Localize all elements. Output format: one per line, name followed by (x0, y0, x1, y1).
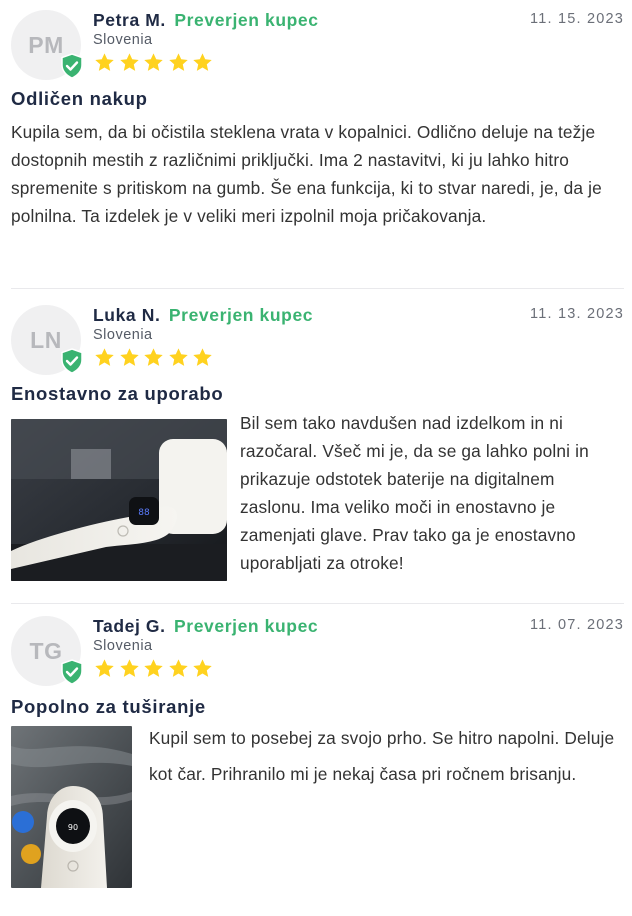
review-content: 88 Bil sem tako navdušen nad izdelkom in… (11, 413, 624, 603)
reviewer-line: Tadej G. Preverjen kupec (93, 616, 318, 637)
verified-shield-icon (61, 659, 83, 685)
review-header: PM Petra M. Preverjen kupec Slovenia 11.… (11, 0, 624, 88)
star-icon (168, 659, 188, 677)
product-photo-image: 90 (11, 726, 132, 888)
reviewer-name: Tadej G. (93, 616, 166, 636)
review-card: LN Luka N. Preverjen kupec Slovenia 11. … (11, 288, 624, 603)
review-title: Enostavno za uporabo (11, 383, 224, 404)
reviewer-country: Slovenia (93, 32, 153, 48)
star-icon (144, 348, 163, 366)
review-photo[interactable]: 90 (11, 726, 132, 888)
reviewer-name: Petra M. (93, 10, 166, 30)
review-header: LN Luka N. Preverjen kupec Slovenia 11. … (11, 295, 624, 383)
star-icon (119, 659, 139, 677)
review-title: Odličen nakup (11, 88, 148, 109)
star-rating (94, 52, 213, 73)
photo-display-readout: 88 (138, 508, 150, 518)
verified-shield-icon (61, 53, 83, 79)
star-icon (168, 53, 188, 71)
star-icon (119, 53, 139, 71)
avatar-initials: TG (29, 637, 63, 664)
review-date: 11. 13. 2023 (530, 306, 624, 322)
star-rating (94, 347, 213, 368)
avatar-initials: PM (28, 31, 64, 58)
reviewer-line: Luka N. Preverjen kupec (93, 305, 313, 326)
review-date: 11. 07. 2023 (530, 617, 624, 633)
review-body: Kupila sem, da bi očistila steklena vrat… (11, 122, 602, 226)
star-rating (94, 658, 213, 679)
review-body: Kupil sem to posebej za svojo prho. Se h… (149, 728, 615, 784)
star-icon (119, 348, 139, 366)
review-header: TG Tadej G. Preverjen kupec Slovenia 11.… (11, 606, 624, 694)
star-icon (95, 348, 114, 366)
star-icon (193, 348, 212, 366)
star-icon (193, 659, 212, 677)
review-content: 90 Kupil sem to posebej za svojo prho. S… (11, 726, 624, 888)
star-icon (95, 659, 114, 677)
star-icon (168, 348, 188, 366)
review-date: 11. 15. 2023 (530, 11, 624, 27)
review-card: PM Petra M. Preverjen kupec Slovenia 11.… (11, 0, 624, 268)
photo-display-readout: 90 (68, 823, 78, 832)
avatar-initials: LN (30, 326, 62, 353)
reviewer-line: Petra M. Preverjen kupec (93, 10, 319, 31)
verified-buyer-label: Preverjen kupec (174, 10, 319, 30)
verified-buyer-label: Preverjen kupec (174, 616, 319, 636)
reviewer-name: Luka N. (93, 305, 161, 325)
reviewer-country: Slovenia (93, 327, 153, 343)
star-icon (144, 53, 163, 71)
verified-buyer-label: Preverjen kupec (168, 305, 314, 325)
star-icon (95, 53, 114, 71)
review-card: TG Tadej G. Preverjen kupec Slovenia 11.… (11, 603, 624, 888)
star-icon (144, 659, 163, 677)
review-title: Popolno za tuširanje (11, 696, 206, 717)
reviewer-country: Slovenia (93, 638, 153, 654)
review-photo[interactable]: 88 (11, 419, 227, 581)
review-body: Bil sem tako navdušen nad izdelkom in ni… (240, 413, 589, 573)
star-icon (193, 53, 212, 71)
product-photo-image: 88 (11, 419, 227, 581)
verified-shield-icon (61, 348, 83, 374)
